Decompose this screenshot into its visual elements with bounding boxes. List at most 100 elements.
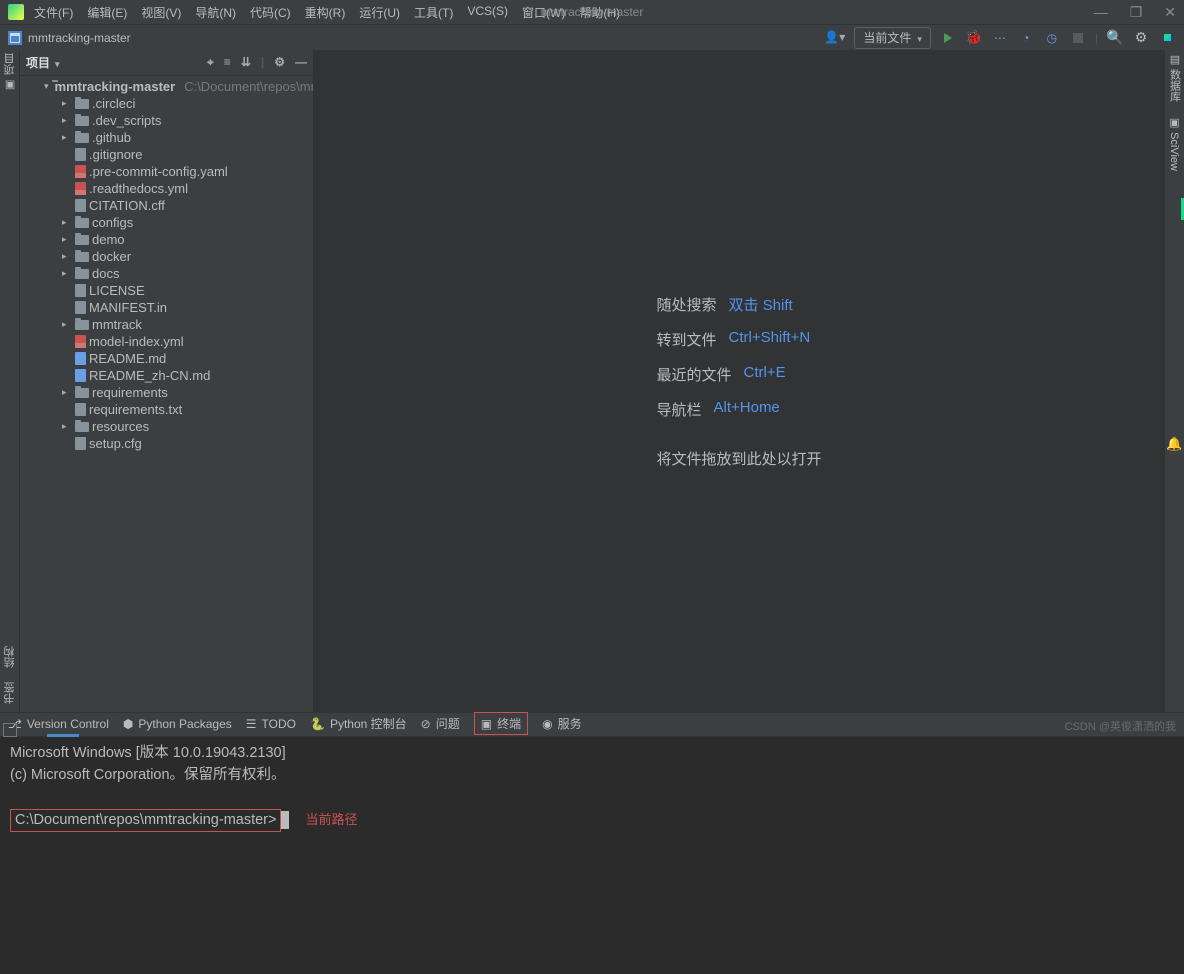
status-services[interactable]: ◉服务	[542, 715, 582, 732]
tree-file[interactable]: ▸LICENSE	[20, 282, 313, 299]
tool-database-tab[interactable]: ▤ 数据库	[1167, 53, 1183, 102]
close-icon[interactable]: ✕	[1164, 4, 1176, 21]
welcome-label: 导航栏	[656, 399, 701, 420]
tree-item-label: .circleci	[92, 96, 135, 111]
tool-project-tab[interactable]: ▣项目	[2, 53, 18, 92]
folder-icon	[75, 235, 89, 245]
tree-file[interactable]: ▸setup.cfg	[20, 435, 313, 452]
more-run-icon[interactable]: ⋯	[991, 29, 1009, 47]
tree-folder[interactable]: ▸ .github	[20, 129, 313, 146]
status-problems[interactable]: ⊘问题	[421, 715, 460, 732]
tree-file[interactable]: ▸MANIFEST.in	[20, 299, 313, 316]
menu-item[interactable]: 运行(U)	[359, 4, 400, 21]
run-config-select[interactable]: 当前文件	[854, 27, 931, 49]
chevron-right-icon[interactable]: ▸	[62, 387, 72, 398]
tree-file[interactable]: ▸.readthedocs.yml	[20, 180, 313, 197]
tree-item-label: .gitignore	[89, 147, 142, 162]
menu-item[interactable]: 重构(R)	[305, 4, 346, 21]
tree-root[interactable]: ▾ mmtracking-master C:\Document\repos\mm…	[20, 78, 313, 95]
status-todo[interactable]: ☰TODO	[246, 717, 296, 731]
tree-file[interactable]: ▸README.md	[20, 350, 313, 367]
folder-icon	[75, 320, 89, 330]
tree-folder[interactable]: ▸ .dev_scripts	[20, 112, 313, 129]
settings-icon[interactable]: ⚙	[1132, 29, 1150, 47]
chevron-right-icon[interactable]: ▸	[62, 251, 72, 262]
tree-file[interactable]: ▸.gitignore	[20, 146, 313, 163]
tree-file[interactable]: ▸requirements.txt	[20, 401, 313, 418]
chevron-right-icon[interactable]: ▸	[62, 98, 72, 109]
show-tool-windows-icon[interactable]	[3, 723, 17, 737]
tree-file[interactable]: ▸.pre-commit-config.yaml	[20, 163, 313, 180]
project-tree[interactable]: ▾ mmtracking-master C:\Document\repos\mm…	[20, 76, 313, 712]
tree-folder[interactable]: ▸mmtrack	[20, 316, 313, 333]
tool-structure-tab[interactable]: 结构	[2, 646, 18, 668]
navigation-bar: mmtracking-master 👤▾ 当前文件 🐞 ⋯ ◔ ◷ | 🔍 ⚙	[0, 24, 1184, 50]
chevron-right-icon[interactable]: ▸	[62, 115, 72, 126]
folder-icon	[75, 388, 89, 398]
brand-action-icon[interactable]	[1158, 29, 1176, 47]
chevron-right-icon[interactable]: ▸	[62, 234, 72, 245]
breadcrumb[interactable]: mmtracking-master	[28, 31, 131, 45]
tree-folder[interactable]: ▸ configs	[20, 214, 313, 231]
menu-item[interactable]: 文件(F)	[34, 4, 73, 21]
left-gutter: ▣项目 结构 书签	[0, 50, 20, 712]
status-terminal[interactable]: ▣终端	[474, 712, 528, 735]
tree-item-label: requirements.txt	[89, 402, 182, 417]
notifications-icon[interactable]: 🔔	[1166, 436, 1182, 452]
file-icon	[75, 301, 86, 314]
tree-item-label: .dev_scripts	[92, 113, 161, 128]
panel-hide-icon[interactable]: —	[295, 55, 307, 70]
file-icon	[75, 437, 86, 450]
panel-view-dropdown[interactable]	[55, 56, 60, 70]
minimize-icon[interactable]: —	[1094, 4, 1108, 21]
titlebar: 文件(F) 编辑(E) 视图(V) 导航(N) 代码(C) 重构(R) 运行(U) 工具(T)…	[0, 0, 1184, 24]
menu-item[interactable]: 编辑(E)	[87, 4, 127, 21]
window-controls: — ❐ ✕	[1094, 4, 1176, 21]
chevron-right-icon[interactable]: ▸	[62, 217, 72, 228]
panel-settings-icon[interactable]: ⚙	[274, 55, 285, 70]
status-vcs[interactable]: ⎇Version Control	[8, 717, 109, 731]
chevron-right-icon[interactable]: ▸	[62, 319, 72, 330]
folder-icon	[75, 133, 89, 143]
collaborators-icon[interactable]: 👤▾	[824, 30, 846, 46]
collapse-all-icon[interactable]: ⇊	[241, 55, 251, 70]
status-python-console[interactable]: 🐍Python 控制台	[310, 715, 407, 732]
expand-all-icon[interactable]: ≡	[224, 55, 231, 70]
file-icon	[75, 403, 86, 416]
tree-item-label: .pre-commit-config.yaml	[89, 164, 228, 179]
debug-button[interactable]: 🐞	[965, 29, 983, 47]
menu-item[interactable]: 工具(T)	[414, 4, 453, 21]
tree-item-label: configs	[92, 215, 133, 230]
chevron-right-icon[interactable]: ▸	[62, 421, 72, 432]
tool-sciview-tab[interactable]: ▣ SciView	[1168, 116, 1181, 171]
tree-file[interactable]: ▸README_zh-CN.md	[20, 367, 313, 384]
coverage-button[interactable]: ◔	[1017, 29, 1035, 47]
menu-item[interactable]: 视图(V)	[141, 4, 181, 21]
file-icon	[75, 284, 86, 297]
select-opened-icon[interactable]: ⌖	[207, 55, 214, 70]
tree-folder[interactable]: ▸requirements	[20, 384, 313, 401]
chevron-right-icon[interactable]: ▸	[62, 132, 72, 143]
menu-item[interactable]: 导航(N)	[195, 4, 236, 21]
terminal-output[interactable]: Microsoft Windows [版本 10.0.19043.2130] (…	[0, 737, 1184, 974]
stop-button[interactable]	[1069, 29, 1087, 47]
chevron-right-icon[interactable]: ▸	[62, 268, 72, 279]
folder-icon	[75, 269, 89, 279]
tree-folder[interactable]: ▸ .circleci	[20, 95, 313, 112]
menu-item[interactable]: 代码(C)	[250, 4, 291, 21]
tool-bookmarks-tab[interactable]: 书签	[2, 682, 18, 704]
tree-file[interactable]: ▸CITATION.cff	[20, 197, 313, 214]
profile-button[interactable]: ◷	[1043, 29, 1061, 47]
tree-folder[interactable]: ▸docker	[20, 248, 313, 265]
tree-item-label: .github	[92, 130, 131, 145]
maximize-icon[interactable]: ❐	[1130, 4, 1143, 21]
tree-folder[interactable]: ▸resources	[20, 418, 313, 435]
status-python-packages[interactable]: ⬢Python Packages	[123, 717, 232, 731]
search-icon[interactable]: 🔍	[1106, 29, 1124, 47]
watermark: CSDN @英俊潇洒的我	[1065, 718, 1176, 734]
tree-folder[interactable]: ▸docs	[20, 265, 313, 282]
run-button[interactable]	[939, 29, 957, 47]
tree-folder[interactable]: ▸demo	[20, 231, 313, 248]
tree-file[interactable]: ▸model-index.yml	[20, 333, 313, 350]
menu-item[interactable]: VCS(S)	[467, 4, 508, 21]
